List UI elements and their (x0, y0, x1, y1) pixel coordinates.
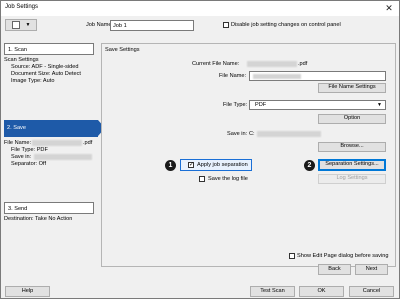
scan-info-title: Scan Settings (4, 57, 39, 63)
title-bar: Job Settings ✕ (1, 1, 399, 16)
cancel-button[interactable]: Cancel (349, 286, 394, 297)
back-button[interactable]: Back (318, 264, 351, 275)
show-edit-page-label: Show Edit Page dialog before saving (297, 253, 389, 259)
window-title: Job Settings (5, 4, 39, 10)
file-name-label: File Name: (219, 73, 247, 79)
job-name-input[interactable]: Job 1 (110, 20, 194, 31)
save-settings-title: Save Settings (105, 47, 140, 53)
save-info-savein-redacted (34, 154, 92, 160)
current-file-ext: .pdf (298, 61, 308, 67)
job-name-value: Job 1 (113, 22, 127, 29)
save-info-file-ext: .pdf (83, 140, 93, 146)
step-save-label: 2. Save (7, 125, 26, 131)
callout-one: 1 (165, 160, 176, 171)
next-button[interactable]: Next (355, 264, 388, 275)
save-in-value: C: (249, 131, 255, 137)
send-info: Destination: Take No Action (4, 216, 73, 222)
log-settings-button[interactable]: Log Settings (318, 174, 386, 184)
apply-job-separation-label: Apply job separation (197, 162, 248, 168)
save-in-label: Save in: (227, 131, 248, 137)
file-name-input[interactable] (249, 71, 386, 81)
save-in-redacted (257, 131, 321, 137)
save-info-filetype: File Type: PDF (11, 147, 48, 153)
step-scan[interactable]: 1. Scan (4, 43, 94, 55)
show-edit-page-checkbox[interactable] (289, 253, 295, 259)
disable-job-changes-label: Disable job setting changes on control p… (231, 22, 341, 28)
separation-settings-button[interactable]: Separation Settings... (318, 159, 386, 171)
job-icon-dropdown[interactable]: ▼ (5, 19, 37, 31)
browse-button[interactable]: Browse... (318, 142, 386, 152)
close-icon[interactable]: ✕ (382, 2, 396, 14)
option-button[interactable]: Option (318, 114, 386, 124)
file-type-label: File Type: (223, 102, 248, 108)
file-type-value: PDF (255, 102, 267, 108)
scan-info-type: Image Type: Auto (11, 78, 55, 84)
document-icon (11, 21, 20, 29)
file-name-redacted (253, 74, 301, 79)
file-type-select[interactable]: PDF ▼ (249, 100, 386, 110)
chevron-down-icon: ▼ (25, 21, 31, 28)
scan-info-source: Source: ADF - Single-sided (11, 64, 79, 70)
apply-job-separation-checkbox[interactable] (188, 161, 194, 168)
disable-job-changes-checkbox[interactable] (223, 22, 229, 28)
save-info-filename: File Name: (4, 140, 32, 146)
save-info-filename-redacted (32, 140, 82, 146)
callout-two: 2 (304, 160, 315, 171)
step-save[interactable]: 2. Save (4, 120, 105, 137)
step-scan-label: 1. Scan (8, 47, 27, 53)
save-log-file-label: Save the log file (208, 176, 248, 182)
help-button[interactable]: Help (5, 286, 50, 297)
current-file-name-label: Current File Name: (192, 61, 240, 67)
scan-info-size: Document Size: Auto Detect (11, 71, 81, 77)
test-scan-button[interactable]: Test Scan (250, 286, 295, 297)
ok-button[interactable]: OK (299, 286, 344, 297)
step-send[interactable]: 3. Send (4, 202, 94, 214)
current-file-name-redacted (247, 61, 297, 67)
file-name-settings-button[interactable]: File Name Settings (318, 83, 386, 93)
save-info-separator: Separator: Off (11, 161, 47, 167)
job-name-label: Job Name (86, 22, 112, 28)
step-send-label: 3. Send (8, 206, 28, 212)
save-info-savein: Save in: (11, 154, 32, 160)
save-log-file-checkbox[interactable] (199, 176, 205, 182)
chevron-down-icon: ▼ (377, 102, 382, 108)
